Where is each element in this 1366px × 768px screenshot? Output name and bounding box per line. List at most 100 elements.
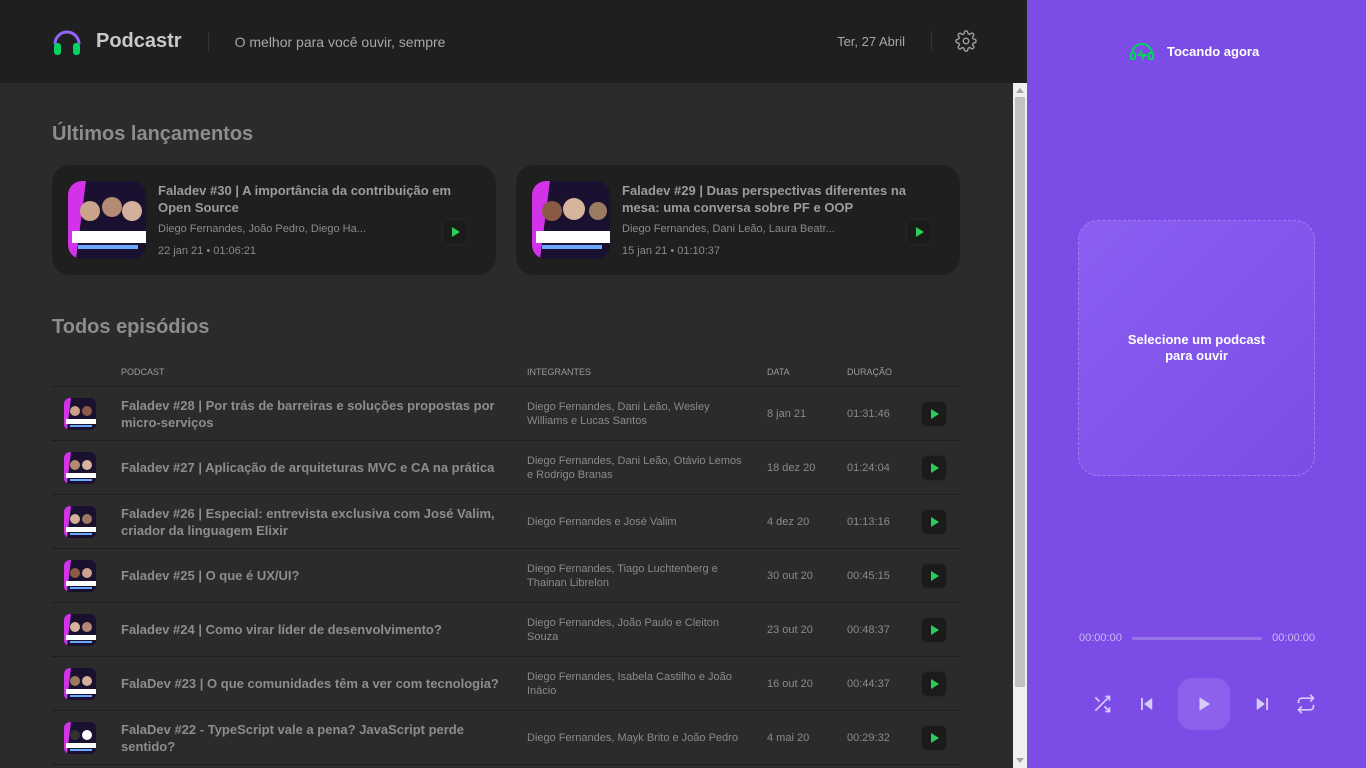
table-row[interactable]: Faladev #24 | Como virar líder de desenv… [52,603,960,657]
play-button[interactable] [921,454,947,481]
table-header: Podcast Integrantes Data Duração [52,361,960,387]
scroll-down-arrow-icon[interactable] [1016,758,1024,763]
episode-date-duration: 15 jan 21 • 01:10:37 [622,245,721,257]
scrollbar-thumb[interactable] [1015,97,1025,687]
play-button[interactable] [921,616,947,643]
column-header-podcast: Podcast [121,367,165,377]
table-row[interactable]: FalaDev #23 | O que comunidades têm a ve… [52,657,960,711]
episode-members: Diego Fernandes, Dani Leão, Wesley Willi… [527,400,710,427]
latest-episode-card[interactable]: Faladev #29 | Duas perspectivas diferent… [516,165,960,275]
episode-title[interactable]: Faladev #30 | A importância da contribui… [158,182,478,216]
episode-members: Diego Fernandes, João Pedro, Diego Ha... [158,223,366,235]
repeat-icon[interactable] [1293,691,1319,717]
scrollbar[interactable] [1013,83,1027,768]
play-icon [931,678,939,689]
shuffle-icon[interactable] [1089,691,1115,717]
play-button[interactable] [921,562,947,589]
episode-title[interactable]: FalaDev #23 | O que comunidades têm a ve… [121,675,527,692]
current-date: Ter, 27 Abril [837,34,905,49]
episode-title[interactable]: Faladev #25 | O que é UX/UI? [121,567,527,584]
episode-title[interactable]: Faladev #26 | Especial: entrevista exclu… [121,505,527,539]
player-title: Tocando agora [1167,43,1260,59]
column-header-date: Data [767,367,790,377]
table-row[interactable]: FalaDev #22 - TypeScript vale a pena? Ja… [52,711,960,765]
episode-title[interactable]: Faladev #29 | Duas perspectivas diferent… [622,182,942,216]
episode-title[interactable]: Faladev #28 | Por trás de barreiras e so… [121,397,527,431]
play-button[interactable] [921,670,947,697]
play-cell [921,508,960,535]
header: Podcastr O melhor para você ouvir, sempr… [0,0,1027,83]
player-panel: Tocando agora Selecione um podcast para … [1027,0,1366,768]
episodes-table: Podcast Integrantes Data Duração Faladev… [52,361,960,765]
play-button[interactable] [921,400,947,427]
episode-duration: 00:44:37 [847,677,890,690]
episode-thumbnail [68,181,146,259]
play-button[interactable] [921,724,947,751]
episode-thumbnail [64,667,96,700]
all-episodes-section-title: Todos episódios [52,316,210,338]
content-scroll-area[interactable]: Últimos lançamentos Faladev #30 | A impo… [0,83,1013,768]
previous-icon[interactable] [1134,691,1160,717]
play-button[interactable] [921,508,947,535]
episode-members: Diego Fernandes, Dani Leão, Otávio Lemos… [527,454,742,481]
table-row[interactable]: Faladev #28 | Por trás de barreiras e so… [52,387,960,441]
episode-thumbnail [64,613,96,646]
episode-title[interactable]: Faladev #27 | Aplicação de arquiteturas … [121,459,527,476]
episode-thumbnail [64,397,96,430]
play-cell [921,562,960,589]
empty-player-placeholder: Selecione um podcast para ouvir [1078,220,1315,476]
play-cell [921,400,960,427]
episode-thumbnail [64,721,96,754]
episode-thumbnail [64,559,96,592]
table-body: Faladev #28 | Por trás de barreiras e so… [52,387,960,765]
episode-thumbnail [64,451,96,484]
current-time: 00:00:00 [1079,632,1122,644]
empty-player-message: Selecione um podcast para ouvir [1127,332,1266,363]
episode-title[interactable]: FalaDev #22 - TypeScript vale a pena? Ja… [121,721,527,755]
episode-thumbnail-cell [52,721,121,754]
table-row[interactable]: Faladev #25 | O que é UX/UI? Diego Fernan… [52,549,960,603]
play-button[interactable] [1178,678,1230,730]
player-controls [1089,677,1319,731]
app-name: Podcastr [96,30,182,52]
episode-date: 16 out 20 [767,677,813,690]
episode-duration: 01:24:04 [847,461,890,474]
play-button[interactable] [906,219,932,245]
header-divider [931,31,932,51]
column-header-duration: Duração [847,367,893,377]
next-icon[interactable] [1249,691,1275,717]
play-cell [921,454,960,481]
play-cell [921,670,960,697]
episode-date: 30 out 20 [767,569,813,582]
play-icon [931,408,939,419]
latest-episodes: Faladev #30 | A importância da contribui… [52,165,960,275]
play-cell [921,616,960,643]
play-icon [1199,697,1210,711]
play-cell [921,724,960,751]
progress-bar[interactable] [1131,636,1263,640]
episode-thumbnail [64,505,96,538]
headphones-icon [1130,43,1154,62]
column-header-members: Integrantes [527,367,592,377]
player-header: Tocando agora [1129,40,1259,62]
episode-thumbnail-cell [52,559,121,592]
episode-members: Diego Fernandes e José Valim [527,515,677,528]
scroll-up-arrow-icon[interactable] [1016,88,1024,93]
episode-title[interactable]: Faladev #24 | Como virar líder de desenv… [121,621,527,638]
play-icon [931,462,939,473]
play-button[interactable] [442,219,468,245]
episode-members: Diego Fernandes, João Paulo e Cleiton So… [527,616,720,643]
play-icon [916,227,924,237]
episode-date-duration: 22 jan 21 • 01:06:21 [158,245,257,257]
episode-members: Diego Fernandes, Mayk Brito e João Pedro [527,731,738,744]
table-row[interactable]: Faladev #26 | Especial: entrevista exclu… [52,495,960,549]
play-icon [931,570,939,581]
episode-date: 23 out 20 [767,623,813,636]
total-time: 00:00:00 [1272,632,1315,644]
gear-icon[interactable] [955,30,977,52]
main-area: Podcastr O melhor para você ouvir, sempr… [0,0,1027,768]
table-row[interactable]: Faladev #27 | Aplicação de arquiteturas … [52,441,960,495]
latest-episode-card[interactable]: Faladev #30 | A importância da contribui… [52,165,496,275]
header-divider [207,31,209,52]
episode-thumbnail-cell [52,667,121,700]
